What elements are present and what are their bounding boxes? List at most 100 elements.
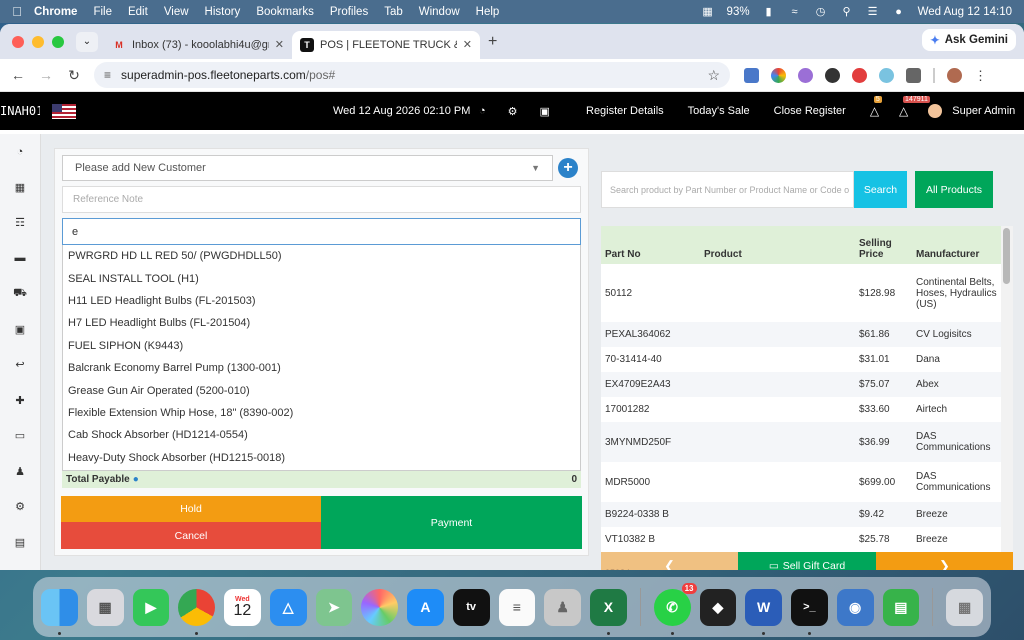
- calendar-icon[interactable]: Wed 12: [224, 588, 261, 626]
- finder-icon[interactable]: [41, 588, 78, 635]
- time-machine-icon[interactable]: ◷: [814, 6, 828, 18]
- us-flag-icon[interactable]: [52, 103, 76, 119]
- whatsapp-icon[interactable]: ✆ 13: [653, 582, 697, 635]
- product-lookup-input[interactable]: Search product by Part Number or Product…: [601, 171, 854, 208]
- table-row[interactable]: B9224-0338 B $9.42 Breeze: [601, 502, 1001, 527]
- table-row[interactable]: MDR5000 $699.00 DAS Communications: [601, 462, 1001, 502]
- column-header-selling-price[interactable]: Selling Price: [855, 226, 912, 264]
- table-row[interactable]: 3MYNMD250F $36.99 DAS Communications: [601, 422, 1001, 462]
- close-tab-icon[interactable]: ✕: [463, 38, 472, 51]
- tab-gmail[interactable]: M Inbox (73) - kooolabhi4u@gm ✕: [104, 31, 292, 59]
- barcode-icon[interactable]: ☶: [0, 205, 40, 241]
- plus-icon[interactable]: ✚: [0, 383, 40, 419]
- more-menu-icon[interactable]: ⋮: [974, 68, 987, 83]
- cart-icon[interactable]: ⛟: [0, 276, 40, 312]
- word-icon[interactable]: W: [745, 588, 782, 635]
- numbers-icon[interactable]: ▤: [882, 588, 920, 626]
- suggestion-item[interactable]: Flexible Extension Whip Hose, 18" (8390-…: [63, 402, 580, 424]
- users-icon[interactable]: ♟: [0, 454, 40, 490]
- tab-pos[interactable]: T POS | FLEETONE TRUCK & T ✕: [292, 30, 480, 59]
- search-button[interactable]: Search: [854, 171, 907, 208]
- menubar-clock[interactable]: Wed Aug 12 14:10: [918, 6, 1012, 18]
- maps-icon[interactable]: ➤: [315, 588, 353, 626]
- card-icon[interactable]: ▭: [0, 418, 40, 454]
- excel-icon[interactable]: X: [590, 588, 627, 635]
- ask-gemini-button[interactable]: ✦ Ask Gemini: [922, 29, 1016, 51]
- launchpad-icon[interactable]: ▦: [86, 588, 124, 626]
- menu-help[interactable]: Help: [476, 6, 500, 18]
- signal-icon[interactable]: [798, 67, 813, 83]
- puzzle-icon[interactable]: [906, 67, 921, 83]
- bookmark-star-icon[interactable]: ☆: [707, 67, 720, 84]
- customer-select[interactable]: Please add New Customer ▼: [62, 155, 553, 181]
- control-center-icon[interactable]: ☰: [866, 6, 880, 18]
- table-row[interactable]: VT10382 B $25.78 Breeze: [601, 527, 1001, 552]
- monitor-icon[interactable]: ▣: [540, 105, 550, 118]
- new-tab-button[interactable]: +: [488, 33, 497, 51]
- table-row[interactable]: 17001282 $33.60 Airtech: [601, 397, 1001, 422]
- settings-icon[interactable]: ⚙: [0, 489, 40, 525]
- suggestion-item[interactable]: SEAL INSTALL TOOL (H1): [63, 267, 580, 289]
- todays-sale-link[interactable]: Today's Sale: [688, 105, 750, 117]
- spotlight-icon[interactable]: ⚲: [840, 6, 854, 18]
- suggestion-item[interactable]: Balcrank Economy Barrel Pump (1300-001): [63, 357, 580, 379]
- suggestion-item[interactable]: PWRGRD HD LL RED 50/ (PWGDHDLL50): [63, 245, 580, 267]
- folder-icon[interactable]: ▬: [0, 241, 40, 277]
- grid-icon[interactable]: ▦: [0, 170, 40, 206]
- atom-icon[interactable]: [879, 67, 894, 83]
- register-details-link[interactable]: Register Details: [586, 105, 664, 117]
- table-row[interactable]: PEXAL364062 $61.86 CV Logisitcs: [601, 322, 1001, 347]
- cancel-button[interactable]: Cancel: [61, 522, 321, 549]
- menu-app-chrome[interactable]: Chrome: [34, 6, 77, 18]
- column-header-part-no[interactable]: Part No: [601, 226, 700, 264]
- pokeball-icon[interactable]: [852, 67, 867, 83]
- next-page-button[interactable]: ❯: [876, 552, 1013, 570]
- photos-icon[interactable]: [361, 588, 398, 626]
- dashboard-icon[interactable]: ◔: [479, 105, 486, 118]
- table-row[interactable]: 50112 $128.98 Continental Belts, Hoses, …: [601, 264, 1001, 322]
- table-row[interactable]: EX4709E2A43 $75.07 Abex: [601, 372, 1001, 397]
- all-products-button[interactable]: All Products: [915, 171, 993, 208]
- table-row[interactable]: 70-31414-40 $31.01 Dana: [601, 347, 1001, 372]
- return-icon[interactable]: ↩: [0, 347, 40, 383]
- menu-view[interactable]: View: [164, 6, 189, 18]
- siri-icon[interactable]: ●: [892, 6, 906, 18]
- chart-icon[interactable]: ▤: [0, 525, 40, 561]
- box-icon[interactable]: ▦: [701, 6, 715, 18]
- terminal-icon[interactable]: >_: [791, 588, 828, 635]
- fullscreen-window-button[interactable]: [52, 35, 64, 48]
- dashboard-icon[interactable]: ◔: [0, 134, 40, 170]
- suggestion-item[interactable]: Heavy-Duty Shock Absorber (HD1215-0018): [63, 447, 580, 469]
- keynote-icon[interactable]: △: [269, 588, 307, 626]
- minimize-window-button[interactable]: [32, 35, 44, 48]
- settings-icon[interactable]: ⚙: [508, 105, 518, 118]
- back-icon[interactable]: ←: [4, 67, 32, 83]
- profile-avatar[interactable]: [947, 67, 962, 83]
- app-store-icon[interactable]: A: [407, 588, 444, 626]
- facetime-icon[interactable]: ▶: [132, 588, 170, 626]
- user-menu[interactable]: Super Admin: [928, 104, 1015, 118]
- suggestion-item[interactable]: FUEL SIPHON (K9443): [63, 335, 580, 357]
- suggestion-item[interactable]: Grease Gun Air Operated (5200-010): [63, 379, 580, 401]
- close-tab-icon[interactable]: ✕: [275, 38, 284, 51]
- close-window-button[interactable]: [12, 35, 24, 48]
- menu-profiles[interactable]: Profiles: [330, 6, 368, 18]
- site-info-icon[interactable]: ≡: [104, 68, 111, 82]
- menu-window[interactable]: Window: [419, 6, 460, 18]
- menu-file[interactable]: File: [93, 6, 112, 18]
- forward-icon[interactable]: →: [32, 67, 60, 83]
- tab-search-button[interactable]: ⌄: [76, 31, 98, 52]
- alert-bell-icon[interactable]: △ 147911: [899, 96, 930, 118]
- notification-bell-icon[interactable]: △ 5: [870, 96, 882, 118]
- cast-icon[interactable]: [744, 67, 759, 83]
- chrome-icon[interactable]: [178, 588, 215, 635]
- menu-tab[interactable]: Tab: [384, 6, 403, 18]
- k-extension-icon[interactable]: [825, 67, 840, 83]
- suggestion-item[interactable]: Cab Shock Absorber (HD1214-0554): [63, 424, 580, 446]
- chrome-ext-icon[interactable]: [771, 67, 786, 83]
- excel-icon[interactable]: ▣: [0, 312, 40, 348]
- battery-icon[interactable]: ▮: [762, 6, 776, 18]
- disk-utility-icon[interactable]: ◉: [836, 588, 874, 626]
- contacts-icon[interactable]: ♟: [544, 588, 581, 626]
- menu-edit[interactable]: Edit: [128, 6, 148, 18]
